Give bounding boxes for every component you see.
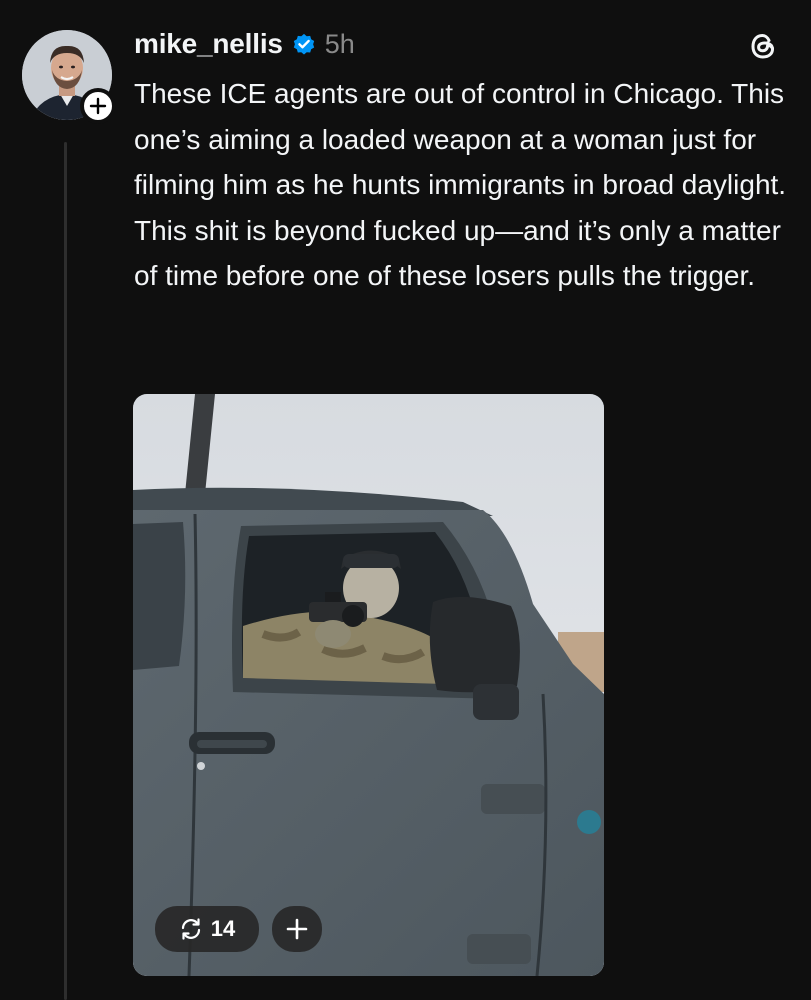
post-text: These ICE agents are out of control in C… <box>134 78 787 291</box>
thread-line <box>64 142 67 1000</box>
verified-badge-icon <box>293 33 314 55</box>
repost-count: 14 <box>210 916 236 941</box>
add-button[interactable] <box>272 906 322 952</box>
plus-icon <box>286 918 308 940</box>
post-header: mike_nellis 5h <box>134 24 355 64</box>
plus-icon <box>89 97 107 115</box>
post-photo <box>133 394 604 976</box>
post-image[interactable] <box>133 394 604 976</box>
follow-button[interactable] <box>80 88 116 124</box>
repost-button[interactable]: 14 <box>155 906 259 952</box>
post-timestamp: 5h <box>324 28 355 59</box>
repost-icon <box>181 918 200 940</box>
threads-logo-icon[interactable] <box>746 29 780 63</box>
username[interactable]: mike_nellis <box>134 28 283 60</box>
